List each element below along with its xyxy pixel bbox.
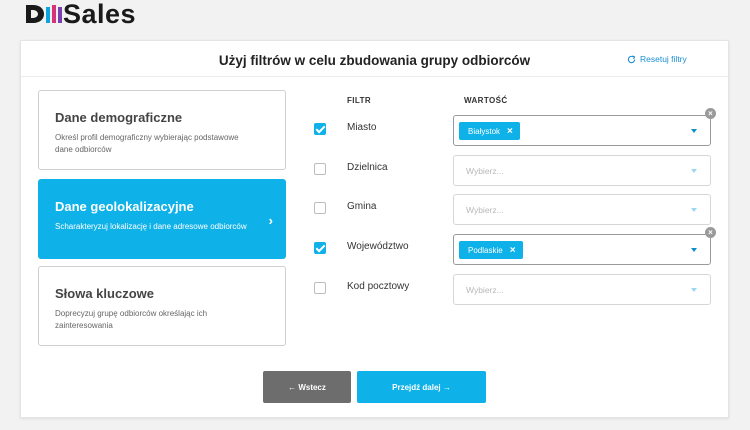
clear-value-icon[interactable]: × bbox=[705, 108, 716, 119]
page-title: Użyj filtrów w celu zbudowania grupy odb… bbox=[218, 53, 531, 68]
dropdown-arrow-icon[interactable] bbox=[691, 169, 697, 173]
tag-label: Białystok bbox=[468, 126, 501, 136]
header-divider bbox=[21, 76, 728, 77]
remove-tag-icon[interactable]: × bbox=[507, 126, 513, 137]
category-description: Doprecyzuj grupę odbiorców określając ic… bbox=[55, 309, 208, 330]
filter-checkbox[interactable] bbox=[314, 202, 326, 214]
clear-value-icon[interactable]: × bbox=[705, 227, 716, 238]
value-select[interactable]: Wybierz... bbox=[453, 155, 711, 186]
value-tag: Podlaskie × bbox=[459, 241, 523, 259]
filter-row-commune: Gmina Wybierz... bbox=[314, 194, 714, 225]
select-placeholder: Wybierz... bbox=[466, 166, 504, 176]
filter-card: Użyj filtrów w celu zbudowania grupy odb… bbox=[20, 40, 729, 418]
next-button[interactable]: Przejdź dalej → bbox=[357, 371, 486, 403]
filter-row-city: Miasto Białystok × × bbox=[314, 108, 716, 146]
filter-label: Województwo bbox=[347, 241, 409, 252]
logo-mark bbox=[26, 3, 62, 25]
filter-row-voivodeship: Województwo Podlaskie × × bbox=[314, 227, 716, 265]
reset-filters-label: Resetuj filtry bbox=[640, 54, 687, 64]
logo-text: Sales bbox=[63, 0, 137, 29]
category-demographic[interactable]: Dane demograficzne Określ profil demogra… bbox=[38, 90, 286, 170]
dropdown-arrow-icon[interactable] bbox=[691, 288, 697, 292]
dropdown-arrow-icon[interactable] bbox=[691, 248, 697, 252]
category-title: Dane geolokalizacyjne bbox=[55, 199, 194, 214]
value-select[interactable]: Podlaskie × bbox=[453, 234, 711, 265]
logo-d-icon bbox=[26, 5, 62, 23]
filter-checkbox[interactable] bbox=[314, 282, 326, 294]
category-title: Słowa kluczowe bbox=[55, 286, 154, 301]
dropdown-arrow-icon[interactable] bbox=[691, 208, 697, 212]
category-geolocation[interactable]: Dane geolokalizacyjne Scharakteryzuj lok… bbox=[38, 179, 286, 259]
reset-filters-link[interactable]: Resetuj filtry bbox=[627, 54, 687, 64]
back-button[interactable]: ← Wstecz bbox=[263, 371, 351, 403]
logo: Sales bbox=[26, 0, 137, 29]
value-select[interactable]: Białystok × bbox=[453, 115, 711, 146]
category-description: Scharakteryzuj lokalizację i dane adreso… bbox=[55, 222, 247, 231]
dropdown-arrow-icon[interactable] bbox=[691, 129, 697, 133]
tag-label: Podlaskie bbox=[468, 245, 503, 255]
value-select[interactable]: Wybierz... bbox=[453, 274, 711, 305]
filter-label: Kod pocztowy bbox=[347, 281, 410, 292]
filter-label: Gmina bbox=[347, 201, 377, 212]
value-select[interactable]: Wybierz... bbox=[453, 194, 711, 225]
refresh-icon bbox=[627, 54, 636, 63]
select-placeholder: Wybierz... bbox=[466, 285, 504, 295]
column-header-value: WARTOŚĆ bbox=[464, 96, 508, 105]
filter-checkbox[interactable] bbox=[314, 123, 326, 135]
filter-checkbox[interactable] bbox=[314, 242, 326, 254]
remove-tag-icon[interactable]: × bbox=[510, 245, 516, 256]
select-placeholder: Wybierz... bbox=[466, 205, 504, 215]
filter-checkbox[interactable] bbox=[314, 163, 326, 175]
category-title: Dane demograficzne bbox=[55, 110, 183, 125]
chevron-right-icon: › bbox=[268, 213, 273, 228]
filter-row-district: Dzielnica Wybierz... bbox=[314, 155, 714, 186]
column-header-filter: FILTR bbox=[347, 96, 372, 105]
category-keywords[interactable]: Słowa kluczowe Doprecyzuj grupę odbiorcó… bbox=[38, 266, 286, 346]
value-tag: Białystok × bbox=[459, 122, 520, 140]
category-description: Określ profil demograficzny wybierając p… bbox=[55, 133, 239, 154]
filter-row-postal-code: Kod pocztowy Wybierz... bbox=[314, 274, 714, 305]
filter-label: Miasto bbox=[347, 122, 377, 133]
filter-label: Dzielnica bbox=[347, 162, 388, 173]
